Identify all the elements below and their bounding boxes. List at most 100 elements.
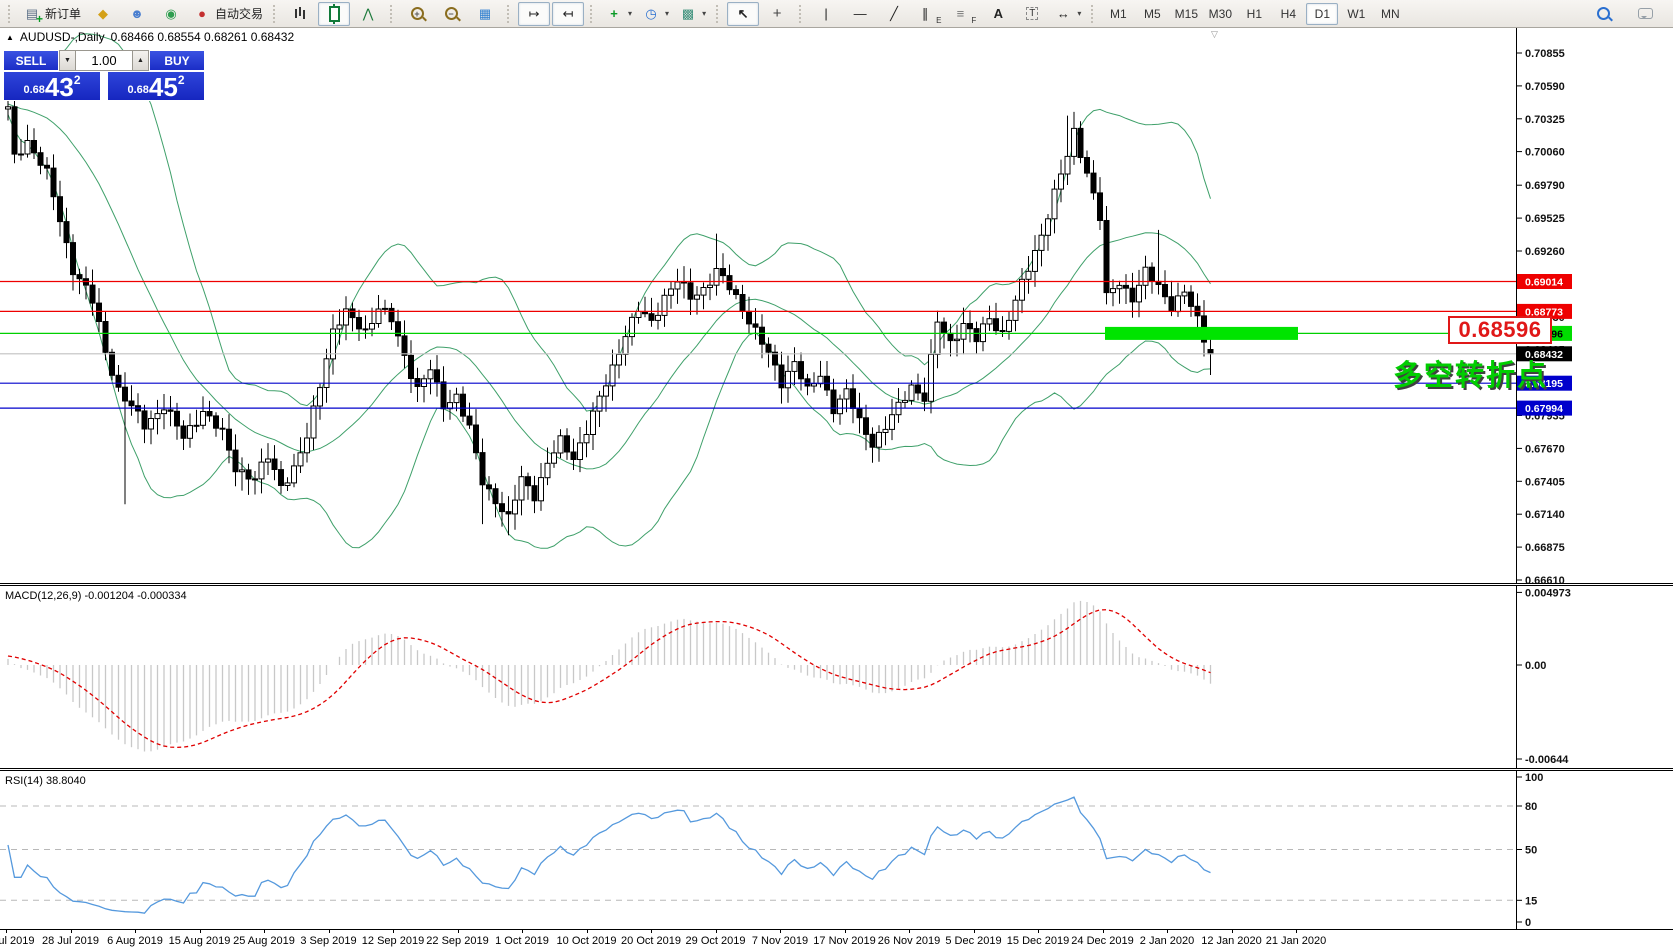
buy-price-prefix: 0.68 [127,84,148,96]
macd-label: MACD(12,26,9) -0.001204 -0.000334 [5,590,187,602]
horizontal-line-icon: — [851,6,869,22]
svg-text:100: 100 [1525,772,1543,784]
rsi-indicator-pane[interactable]: 1008050150 [0,771,1673,929]
date-label: 28 Jul 2019 [42,935,99,947]
cursor-button[interactable]: ↖ [727,2,759,26]
toolbar-grip [390,5,395,23]
signal-icon: ◉ [162,6,180,22]
vertical-line-button[interactable]: | [810,2,842,26]
timeframe-button-h1[interactable]: H1 [1238,3,1270,25]
date-label: 15 Aug 2019 [169,935,231,947]
timeframe-button-m30[interactable]: M30 [1204,3,1236,25]
channel-button[interactable]: ∥E [912,2,945,26]
toolbar-right-group [1587,2,1669,26]
time-axis-tick [522,930,523,933]
line-chart-icon: ⋀ [359,6,377,22]
trendline-button[interactable]: ╱ [878,2,910,26]
date-label: 17 Nov 2019 [813,935,875,947]
date-label: 22 Sep 2019 [426,935,488,947]
svg-text:0.70855: 0.70855 [1525,48,1565,60]
timeframe-button-w1[interactable]: W1 [1340,3,1372,25]
line-chart-button[interactable]: ⋀ [352,2,384,26]
date-label: 7 Nov 2019 [752,935,808,947]
candlestick-chart-button[interactable] [318,2,350,26]
profile-button[interactable]: ☻ [121,2,153,26]
trendline-icon: ╱ [885,6,903,22]
fibo-letter: F [971,16,976,25]
svg-text:0.67670: 0.67670 [1525,443,1565,455]
zoom-out-button[interactable]: − [435,2,467,26]
timeframe-button-m1[interactable]: M1 [1102,3,1134,25]
svg-text:0.70060: 0.70060 [1525,147,1565,159]
new-order-button[interactable]: ▤ 新订单 [19,2,85,26]
svg-text:0.69260: 0.69260 [1525,246,1565,258]
svg-text:0.67140: 0.67140 [1525,509,1565,521]
text-label-icon: T [1026,7,1038,20]
chevron-down-icon: ▾ [1077,9,1081,18]
auto-trading-button[interactable]: ● 自动交易 [189,2,267,26]
svg-text:0.66610: 0.66610 [1525,575,1565,583]
toolbar-grip [1091,5,1096,23]
indicators-button[interactable]: + ▾ [601,2,636,26]
timeframe-button-mn[interactable]: MN [1374,3,1406,25]
volume-increase-button[interactable]: ▲ [132,50,149,71]
timeframe-button-h4[interactable]: H4 [1272,3,1304,25]
arrows-button[interactable]: ↔ ▾ [1050,2,1085,26]
news-button[interactable]: ◉ [155,2,187,26]
time-axis-tick [393,930,394,933]
templates-button[interactable]: ▩ ▾ [675,2,710,26]
timeframe-bar: M1M5M15M30H1H4D1W1MN [1102,3,1406,25]
sell-price-big: 43 [45,75,74,99]
buy-button[interactable]: BUY [149,50,205,71]
timeframe-button-m5[interactable]: M5 [1136,3,1168,25]
chart-shift-button[interactable]: ↤ [552,2,584,26]
date-label: 6 Aug 2019 [107,935,163,947]
time-axis-tick [200,930,201,933]
bar-chart-button[interactable] [284,2,316,26]
search-button[interactable] [1587,2,1619,26]
highlight-icon: ◆ [94,6,112,22]
pivot-annotation-text[interactable]: 多空转折点 [1393,352,1548,394]
chart-title: ▲ AUDUSD-,Daily 0.68466 0.68554 0.68261 … [6,30,294,44]
price-level-callout[interactable]: 0.68596 [1448,316,1552,344]
price-chart-pane[interactable]: 0.708550.705900.703250.700600.697900.695… [0,28,1673,583]
collapse-objects-icon[interactable]: ▲ [6,33,14,42]
add-indicator-icon: + [605,6,623,22]
tile-windows-button[interactable]: ▦ [469,2,501,26]
macd-indicator-pane[interactable]: 0.0049730.00-0.00644 [0,586,1673,768]
highlight-tool-button[interactable]: ◆ [87,2,119,26]
fibonacci-button[interactable]: ≡F [947,2,980,26]
zoom-in-button[interactable]: + [401,2,433,26]
candlestick-icon [325,6,343,22]
text-tool-button[interactable]: A [982,2,1014,26]
auto-scroll-button[interactable]: ↦ [518,2,550,26]
sell-button[interactable]: SELL [3,50,59,71]
time-axis[interactable]: 18 Jul 2019 28 Jul 2019 6 Aug 2019 15 Aug 2… [0,929,1673,950]
svg-text:0.00: 0.00 [1525,660,1546,672]
sell-price-button[interactable]: 0.68432 [3,71,101,101]
channel-letter: E [936,16,941,25]
buy-price-button[interactable]: 0.68452 [107,71,205,101]
volume-decrease-button[interactable]: ▼ [59,50,76,71]
crosshair-button[interactable]: + [761,2,793,26]
volume-field[interactable]: 1.00 [76,50,132,71]
ohlc-bars-icon [291,6,309,22]
time-axis-tick [780,930,781,933]
template-icon: ▩ [679,6,697,22]
svg-text:0.70590: 0.70590 [1525,81,1565,93]
periods-button[interactable]: ◷ ▾ [638,2,673,26]
timeframe-button-m15[interactable]: M15 [1170,3,1202,25]
date-label: 5 Dec 2019 [945,935,1001,947]
time-axis-tick [716,930,717,933]
time-axis-tick [264,930,265,933]
svg-text:0: 0 [1525,917,1531,929]
horizontal-line-button[interactable]: — [844,2,876,26]
terminal-window: ▤ 新订单 ◆ ☻ ◉ ● 自动交易 ⋀ + − ▦ ↦ ↤ + ▾ [0,0,1673,950]
chat-button[interactable] [1629,2,1661,26]
date-label: 18 Jul 2019 [0,935,34,947]
timeframe-button-d1[interactable]: D1 [1306,3,1338,25]
channel-icon: ∥ [916,6,934,22]
auto-scroll-icon: ↦ [525,6,543,22]
chart-shift-marker[interactable]: ▽ [1211,29,1218,40]
text-label-button[interactable]: T [1016,2,1048,26]
